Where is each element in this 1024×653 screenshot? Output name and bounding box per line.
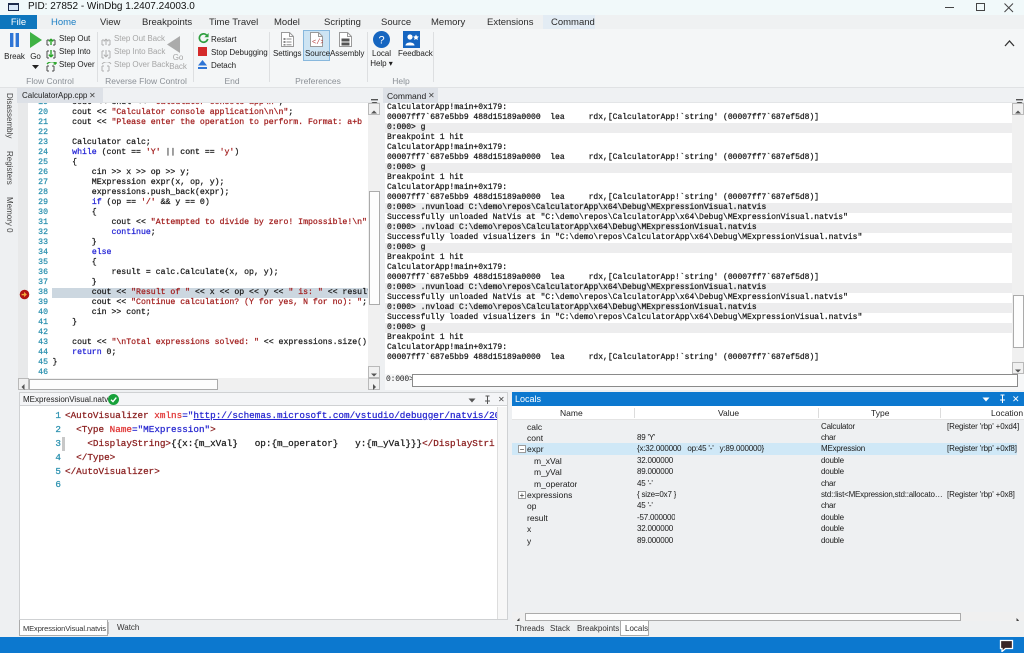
svg-text:</>: </> <box>312 39 323 47</box>
svg-text:?: ? <box>378 35 384 47</box>
